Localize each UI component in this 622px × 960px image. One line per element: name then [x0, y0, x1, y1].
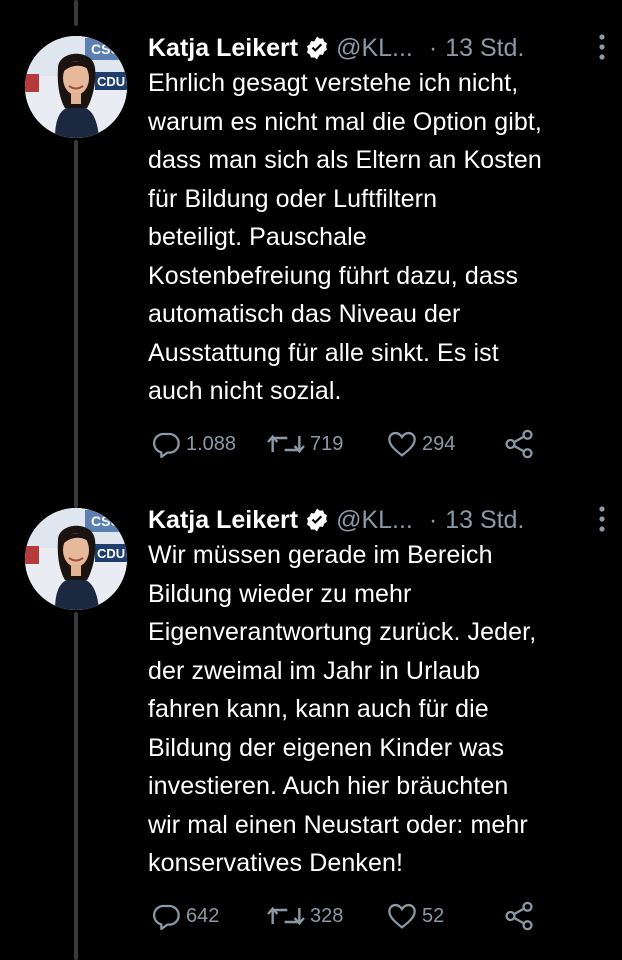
retweet-count: 328 — [310, 904, 344, 927]
retweet-button[interactable]: 719 — [266, 427, 343, 461]
cdu-logo-text: CDU — [97, 74, 125, 89]
tweet[interactable]: CSU CDU Katja Leikert @KL... · 13 Std. E… — [0, 30, 622, 470]
tweet-actions: 1.088 719 294 — [148, 427, 548, 461]
like-count: 294 — [422, 432, 456, 455]
verified-badge-icon — [307, 508, 328, 532]
timestamp[interactable]: 13 Std. — [445, 34, 524, 63]
retweet-button[interactable]: 328 — [266, 899, 343, 933]
timestamp[interactable]: 13 Std. — [445, 506, 524, 535]
csu-logo-text: CSU — [91, 41, 121, 57]
reply-icon — [152, 432, 180, 459]
verified-badge-icon — [307, 36, 328, 60]
tweet-actions: 642 328 52 — [148, 899, 548, 933]
retweet-count: 719 — [310, 432, 344, 455]
author-handle[interactable]: @KL... — [336, 506, 413, 535]
reply-icon — [152, 904, 180, 931]
heart-icon — [388, 903, 416, 929]
avatar[interactable]: CSU CDU — [25, 36, 127, 138]
reply-count: 642 — [186, 904, 220, 927]
author-handle[interactable]: @KL... — [336, 34, 413, 63]
reply-button[interactable]: 1.088 — [150, 427, 236, 461]
retweet-icon — [267, 434, 305, 454]
separator-dot: · — [428, 33, 438, 62]
cdu-logo-text: CDU — [97, 546, 125, 561]
tweet-text: Wir müssen gerade im Bereich Bildung wie… — [148, 541, 537, 877]
like-button[interactable]: 294 — [386, 427, 455, 461]
csu-logo-text: CSU — [91, 513, 121, 529]
tweet[interactable]: CSU CDU Katja Leikert @KL... · 13 Std. W… — [0, 502, 622, 942]
reply-count: 1.088 — [186, 432, 237, 455]
more-vertical-icon[interactable] — [596, 504, 608, 534]
reply-button[interactable]: 642 — [150, 899, 219, 933]
retweet-icon — [267, 906, 305, 926]
author-name[interactable]: Katja Leikert — [148, 506, 298, 535]
share-button[interactable] — [502, 899, 536, 933]
avatar-photo: CSU CDU — [25, 36, 127, 138]
share-icon — [505, 901, 533, 931]
thread-line-top — [74, 0, 78, 26]
separator-dot: · — [428, 505, 438, 534]
heart-icon — [388, 431, 416, 457]
more-vertical-icon[interactable] — [596, 32, 608, 62]
avatar-photo: CSU CDU — [25, 508, 127, 610]
avatar[interactable]: CSU CDU — [25, 508, 127, 610]
tweet-text: Ehrlich gesagt verstehe ich nicht, warum… — [148, 69, 542, 405]
author-name[interactable]: Katja Leikert — [148, 34, 298, 63]
tweet-header: Katja Leikert @KL... · 13 Std. — [148, 502, 608, 538]
share-button[interactable] — [502, 427, 536, 461]
share-icon — [505, 429, 533, 459]
tweet-header: Katja Leikert @KL... · 13 Std. — [148, 30, 608, 66]
like-button[interactable]: 52 — [386, 899, 444, 933]
like-count: 52 — [422, 904, 445, 927]
